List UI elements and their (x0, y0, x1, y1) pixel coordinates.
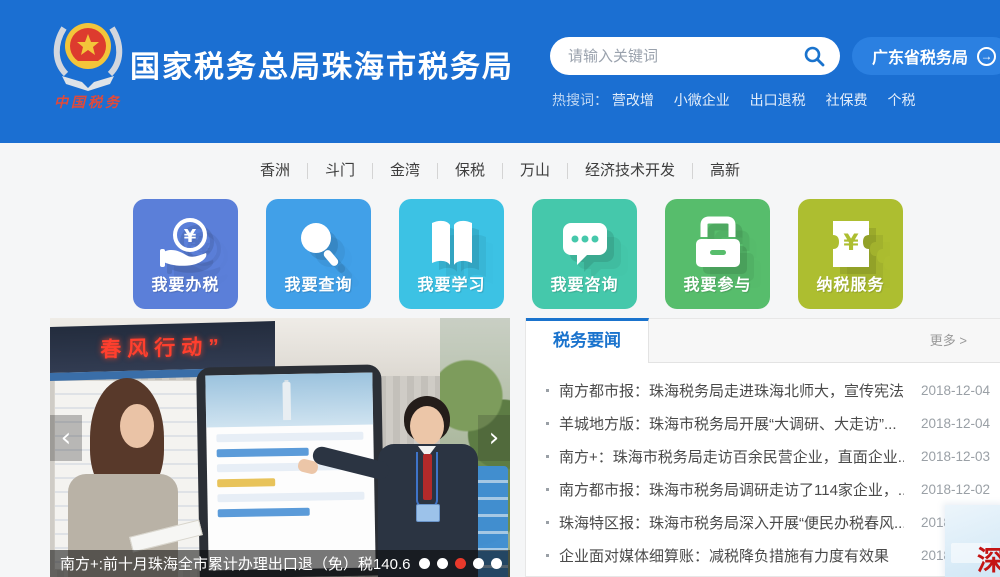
hot-search-row: 热搜词： 营改增 小微企业 出口退税 社保费 个税 (552, 90, 931, 110)
carousel-prev-button[interactable]: ‹ (50, 415, 82, 461)
carousel-dot[interactable] (473, 558, 484, 569)
search-icon[interactable] (802, 44, 826, 68)
kiosk-screen-row (217, 478, 276, 487)
tax-emblem-logo (52, 14, 124, 92)
carousel-dots (419, 558, 502, 569)
svg-text:¥: ¥ (843, 231, 859, 256)
tile-nashuifuwu[interactable]: ¥ 纳税服务 (798, 199, 903, 309)
news-item[interactable]: 羊城地方版：珠海市税务局开展“大调研、大走访”... 2018-12-04 (526, 407, 1000, 440)
page: 中国税务 国家税务总局珠海市税务局 广东省税务局 → 热搜词： 营改增 小微企业… (0, 0, 1000, 577)
svg-text:¥: ¥ (183, 226, 196, 247)
search-input[interactable] (568, 48, 802, 65)
guangdong-portal-button[interactable]: 广东省税务局 → (852, 37, 1000, 75)
kiosk-screen-row (218, 508, 310, 518)
quick-action-tiles: ¥ 我要办税 我要查询 我要学习 (133, 199, 903, 309)
news-date: 2018-12-04 (921, 383, 990, 398)
tile-label: 我要参与 (665, 271, 770, 295)
photo-led-banner: 春风行动” (50, 321, 275, 373)
news-title[interactable]: 羊城地方版：珠海市税务局开展“大调研、大走访”... (559, 413, 904, 434)
news-item[interactable]: 企业面对媒体细算账：减税降负措施有力度有效果 2018-11 (526, 539, 1000, 572)
tile-label: 我要查询 (266, 271, 371, 295)
visitor-face (120, 404, 154, 448)
nav-item-gaoxin[interactable]: 高新 (693, 163, 757, 179)
page-title: 国家税务总局珠海市税务局 (130, 42, 514, 86)
officer-lanyard (416, 452, 438, 508)
search-bar[interactable] (550, 37, 840, 75)
news-item[interactable]: 南方+：珠海市税务局走访百余民营企业，直面企业... 2018-12-03 (526, 440, 1000, 473)
chat-bubble-icon (555, 215, 615, 273)
kiosk-screen-row (216, 432, 363, 443)
drawer-icon (688, 215, 748, 273)
district-nav: 香洲 斗门 金湾 保税 万山 经济技术开发 高新 (0, 143, 1000, 198)
hot-word-link[interactable]: 个税 (887, 92, 915, 108)
news-title[interactable]: 南方都市报：珠海市税务局调研走访了114家企业，... (559, 479, 904, 500)
tile-canyu[interactable]: 我要参与 (665, 199, 770, 309)
nav-item-jingjikaifa[interactable]: 经济技术开发 (568, 163, 693, 179)
tile-label: 纳税服务 (798, 271, 903, 295)
nav-item-jinwan[interactable]: 金湾 (373, 163, 438, 179)
floating-promo-widget[interactable]: 深 (945, 505, 1000, 577)
portal-button-label: 广东省税务局 (872, 44, 968, 68)
tile-banshui[interactable]: ¥ 我要办税 (133, 199, 238, 309)
news-date: 2018-12-02 (921, 482, 990, 497)
news-item[interactable]: 南方都市报：珠海市税务局调研走访了114家企业，... 2018-12-02 (526, 473, 1000, 506)
carousel-caption[interactable]: 南方+:前十月珠海全市累计办理出口退（免）税140.61亿... (60, 553, 411, 574)
led-banner-text: 春风行动” (100, 330, 225, 363)
arrow-circle-icon: → (977, 47, 996, 66)
coin-hand-icon: ¥ (156, 215, 216, 273)
photo-carousel: 春风行动” (50, 318, 510, 577)
carousel-dot[interactable] (437, 558, 448, 569)
magnifier-icon (289, 215, 349, 273)
site-header: 中国税务 国家税务总局珠海市税务局 广东省税务局 → 热搜词： 营改增 小微企业… (0, 0, 1000, 143)
promo-seal-char: 深 (977, 539, 1000, 577)
news-item[interactable]: 珠海特区报：珠海市税务局深入开展“便民办税春风... 2018-11 (526, 506, 1000, 539)
carousel-caption-bar: 南方+:前十月珠海全市累计办理出口退（免）税140.61亿... (50, 550, 510, 577)
hot-search-label: 热搜词： (552, 92, 608, 108)
news-title[interactable]: 企业面对媒体细算账：减税降负措施有力度有效果 (559, 545, 904, 566)
ticket-icon: ¥ (821, 215, 881, 273)
tab-tax-news[interactable]: 税务要闻 (526, 318, 649, 363)
news-item[interactable]: 南方都市报：珠海税务局走进珠海北师大，宣传宪法... 2018-12-04 (526, 374, 1000, 407)
nav-item-wanshan[interactable]: 万山 (503, 163, 568, 179)
carousel-photo: 春风行动” (50, 318, 510, 577)
news-title[interactable]: 南方+：珠海市税务局走访百余民营企业，直面企业... (559, 446, 904, 467)
tile-zixun[interactable]: 我要咨询 (532, 199, 637, 309)
kiosk-screen-banner (205, 373, 373, 428)
tile-label: 我要咨询 (532, 271, 637, 295)
hot-word-link[interactable]: 营改增 (612, 92, 654, 108)
hot-word-link[interactable]: 社保费 (826, 92, 868, 108)
news-title[interactable]: 珠海特区报：珠海市税务局深入开展“便民办税春风... (559, 512, 904, 533)
tile-label: 我要办税 (133, 271, 238, 295)
more-link[interactable]: 更多 > (930, 319, 967, 363)
tile-label: 我要学习 (399, 271, 504, 295)
news-title[interactable]: 南方都市报：珠海税务局走进珠海北师大，宣传宪法... (559, 380, 904, 401)
tile-chaxun[interactable]: 我要查询 (266, 199, 371, 309)
nav-item-xiangzhou[interactable]: 香洲 (243, 163, 308, 179)
kiosk-screen-row (217, 448, 309, 458)
officer-badge (416, 504, 440, 522)
open-book-icon (422, 215, 482, 273)
logo-caption: 中国税务 (40, 92, 136, 112)
carousel-dot[interactable] (419, 558, 430, 569)
news-panel-header: 税务要闻 更多 > (526, 319, 1000, 363)
lighthouse-graphic (282, 382, 291, 420)
news-date: 2018-12-04 (921, 416, 990, 431)
news-date: 2018-12-03 (921, 449, 990, 464)
hot-word-link[interactable]: 小微企业 (674, 92, 730, 108)
officer-face (410, 406, 444, 446)
news-panel: 税务要闻 更多 > 南方都市报：珠海税务局走进珠海北师大，宣传宪法... 201… (525, 318, 1000, 577)
national-emblem-icon (52, 14, 124, 92)
photo-visitor-figure (68, 378, 188, 577)
carousel-dot[interactable] (455, 558, 466, 569)
nav-item-baoshui[interactable]: 保税 (438, 163, 503, 179)
carousel-dot[interactable] (491, 558, 502, 569)
kiosk-screen-row (217, 492, 364, 503)
tile-xuexi[interactable]: 我要学习 (399, 199, 504, 309)
carousel-next-button[interactable]: › (478, 415, 510, 461)
hot-word-link[interactable]: 出口退税 (750, 92, 806, 108)
nav-item-doumen[interactable]: 斗门 (308, 163, 373, 179)
news-list: 南方都市报：珠海税务局走进珠海北师大，宣传宪法... 2018-12-04 羊城… (526, 363, 1000, 572)
